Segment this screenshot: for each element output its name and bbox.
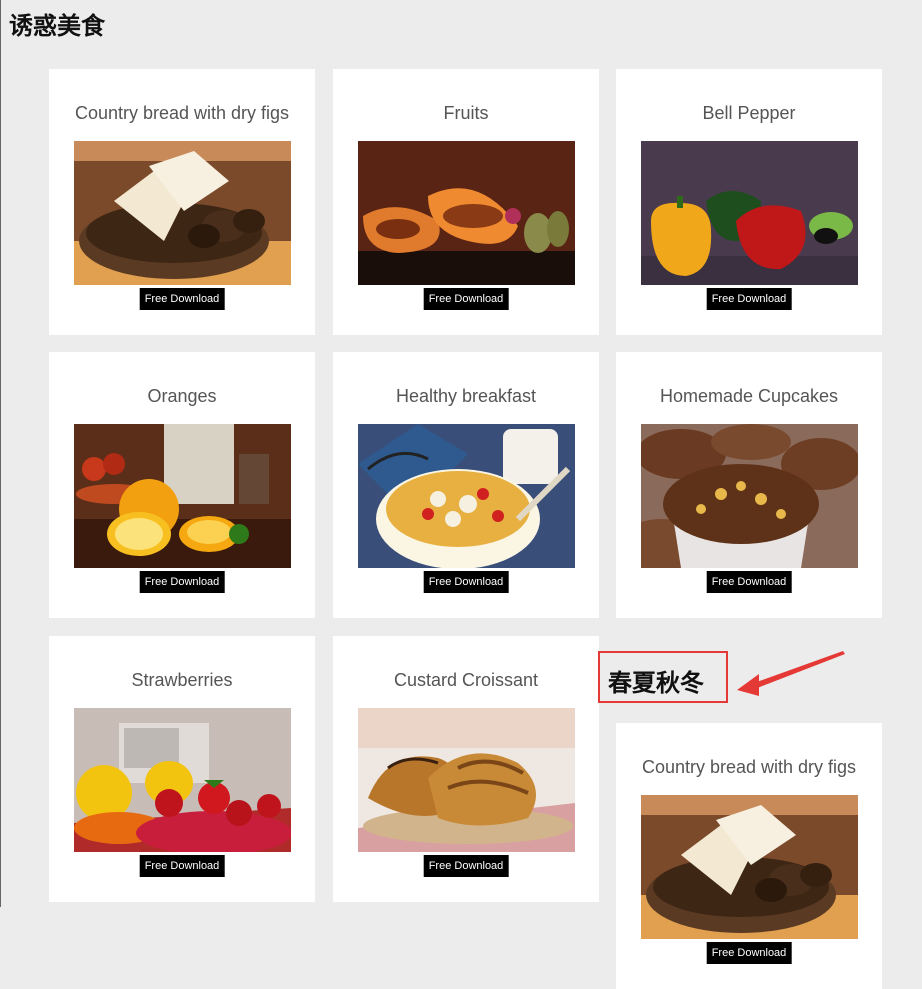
oranges-image: [74, 424, 291, 568]
free-download-button[interactable]: Free Download: [139, 571, 225, 593]
free-download-button[interactable]: Free Download: [423, 855, 509, 877]
card-title: Homemade Cupcakes: [659, 386, 839, 406]
strawberries-image: [74, 708, 291, 852]
food-card: Custard Croissant Free Download: [333, 636, 599, 902]
free-download-button[interactable]: Free Download: [139, 855, 225, 877]
food-card: Bell Pepper Free Download: [616, 69, 882, 335]
cereal-bowl-image: [358, 424, 575, 568]
food-card: Country bread with dry figs Free Downloa…: [49, 69, 315, 335]
papaya-pears-image: [358, 141, 575, 285]
card-title: Fruits: [443, 103, 489, 123]
free-download-button[interactable]: Free Download: [423, 571, 509, 593]
free-download-button[interactable]: Free Download: [139, 288, 225, 310]
bell-peppers-image: [641, 141, 858, 285]
bread-basket-image: [641, 795, 858, 939]
season-label-box: 春夏秋冬: [598, 651, 728, 703]
free-download-button[interactable]: Free Download: [706, 571, 792, 593]
card-title: Strawberries: [131, 670, 233, 690]
free-download-button[interactable]: Free Download: [423, 288, 509, 310]
card-title: Healthy breakfast: [395, 386, 537, 406]
food-card: Homemade Cupcakes Free Download: [616, 352, 882, 618]
free-download-button[interactable]: Free Download: [706, 288, 792, 310]
page-title: 诱惑美食: [9, 12, 105, 40]
croissant-image: [358, 708, 575, 852]
food-card: Strawberries Free Download: [49, 636, 315, 902]
cupcakes-image: [641, 424, 858, 568]
card-title: Bell Pepper: [702, 103, 796, 123]
season-label: 春夏秋冬: [608, 669, 704, 697]
card-title: Country bread with dry figs: [74, 103, 290, 123]
card-title: Custard Croissant: [393, 670, 539, 690]
food-card: Healthy breakfast Free Download: [333, 352, 599, 618]
food-card: Oranges Free Download: [49, 352, 315, 618]
food-card: Country bread with dry figs Free Downloa…: [616, 723, 882, 989]
card-title: Oranges: [147, 386, 217, 406]
card-title: Country bread with dry figs: [641, 757, 857, 777]
page-left-border: [0, 0, 1, 907]
bread-basket-image: [74, 141, 291, 285]
free-download-button[interactable]: Free Download: [706, 942, 792, 964]
annotation-arrow-icon: [737, 651, 845, 696]
food-card: Fruits Free Download: [333, 69, 599, 335]
